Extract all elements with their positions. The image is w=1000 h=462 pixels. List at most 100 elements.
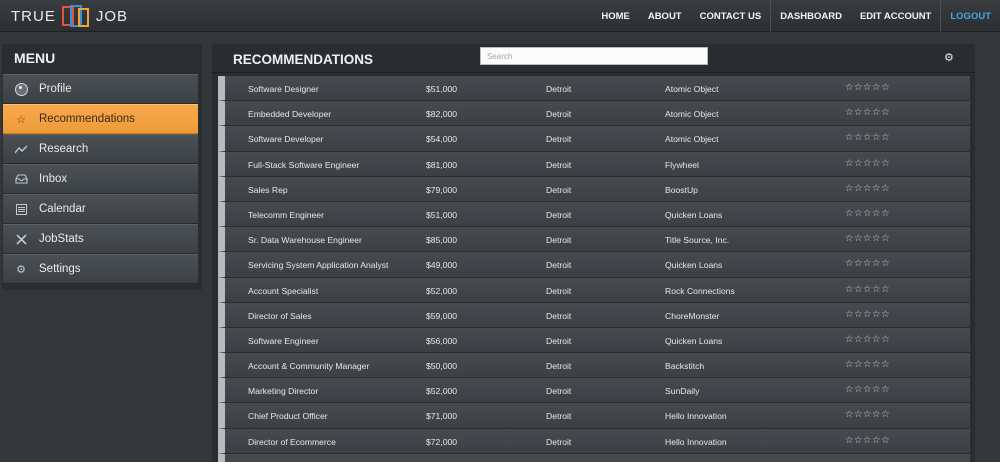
job-title: Software Developer [248,134,324,145]
sidebar-item-inbox[interactable]: Inbox [3,164,198,194]
star-rating-icon[interactable]: ☆☆☆☆☆ [845,284,890,295]
main-nav: HOME ABOUT CONTACT US DASHBOARD EDIT ACC… [592,0,1000,32]
job-company: Atomic Object [665,134,719,145]
star-rating-icon[interactable]: ☆☆☆☆☆ [845,107,890,118]
sidebar-item-label: Research [39,143,89,155]
star-rating-icon[interactable]: ☆☆☆☆☆ [845,233,890,244]
job-salary: $85,000 [426,235,458,246]
table-row[interactable]: Software Engineer $56,000 Detroit Quicken L… [218,327,970,354]
table-row[interactable]: Account & Community Manager $50,000 Detroi… [218,353,970,379]
table-row[interactable]: Software Designer $51,000 Detroit Atomic Ob… [218,76,970,102]
job-company: Backstitch [665,361,705,372]
job-salary: $52,000 [426,386,458,397]
job-location: Detroit [546,260,572,271]
job-company: Atomic Object [665,109,719,120]
sidebar-item-label: Calendar [39,203,86,215]
star-rating-icon[interactable]: ☆☆☆☆☆ [845,158,890,169]
job-title: Sales Rep [248,184,288,195]
job-title: Chief Product Officer [248,411,328,422]
sidebar-item-profile[interactable]: Profile [3,74,198,104]
job-company: ChoreMonster [665,310,720,321]
job-title: Director of Ecommerce [248,436,336,447]
gear-icon: ⚙ [16,263,26,276]
table-row[interactable]: Servicing System Application Analyst $49,… [218,252,970,278]
job-location: Detroit [546,335,572,346]
sidebar-item-research[interactable]: Research [3,134,198,164]
job-company: Quicken Loans [665,260,723,271]
job-location: Detroit [546,310,572,321]
page-title: RECOMMENDATIONS [233,52,373,67]
star-rating-icon[interactable]: ☆☆☆☆☆ [845,409,890,420]
calendar-icon [3,203,39,215]
job-location: Detroit [546,159,572,170]
nav-contact-us[interactable]: CONTACT US [691,0,771,32]
profile-icon [3,82,39,96]
sidebar-item-label: Recommendations [39,113,135,125]
job-salary: $72,000 [426,436,458,447]
nav-logout[interactable]: LOGOUT [940,0,1000,32]
star-rating-icon[interactable]: ☆☆☆☆☆ [845,309,890,320]
table-row[interactable]: Account Specialist $52,000 Detroit Rock Con… [218,277,970,303]
job-salary: $51,000 [426,84,458,94]
sidebar-item-jobstats[interactable]: JobStats [3,224,198,254]
star-rating-icon[interactable]: ☆☆☆☆☆ [845,258,890,269]
job-title: Account Specialist [248,285,319,296]
star-rating-icon[interactable]: ☆☆☆☆☆ [845,384,890,395]
job-title: Software Engineer [248,335,319,346]
search-input[interactable] [480,47,708,65]
job-salary: $51,000 [426,209,458,220]
table-row[interactable]: Sr. Data Warehouse Engineer $85,000 Detroi… [218,227,970,253]
job-location: Detroit [546,184,572,195]
table-row[interactable]: Telecomm Engineer $51,000 Detroit Quicken L… [218,201,970,228]
job-title: Full-Stack Software Engineer [248,159,360,170]
star-rating-icon[interactable]: ☆☆☆☆☆ [845,132,890,143]
sidebar-item-calendar[interactable]: Calendar [3,194,198,224]
table-row[interactable] [218,453,970,462]
job-company: Quicken Loans [665,209,723,220]
gear-icon[interactable]: ⚙ [944,51,954,64]
sidebar-item-settings[interactable]: ⚙ Settings [3,254,198,284]
job-salary: $79,000 [426,184,458,195]
nav-dashboard[interactable]: DASHBOARD [770,0,851,32]
job-salary: $50,000 [426,361,458,372]
job-company: SunDaily [665,386,700,397]
table-row[interactable]: Sales Rep $79,000 Detroit BoostUp ☆☆☆☆☆ [218,176,970,202]
star-rating-icon[interactable]: ☆☆☆☆☆ [845,435,890,446]
table-row[interactable]: Marketing Director $52,000 Detroit SunDaily… [218,378,970,404]
job-salary: $59,000 [426,310,458,321]
nav-edit-account[interactable]: EDIT ACCOUNT [851,0,940,32]
panel-header: RECOMMENDATIONS ⚙ [212,44,975,73]
star-rating-icon[interactable]: ☆☆☆☆☆ [845,82,890,93]
table-row[interactable]: Chief Product Officer $71,000 Detroit Hello… [218,403,970,429]
sidebar-item-label: Settings [39,263,81,275]
job-title: Marketing Director [248,386,319,397]
job-title: Software Designer [248,84,319,94]
job-location: Detroit [546,84,572,94]
table-row[interactable]: Director of Ecommerce $72,000 Detroit Hello… [218,428,970,454]
nav-home[interactable]: HOME [592,0,639,32]
job-title: Servicing System Application Analyst [248,260,389,271]
job-location: Detroit [546,209,572,220]
job-location: Detroit [546,411,572,422]
job-company: Quicken Loans [665,335,723,346]
star-rating-icon[interactable]: ☆☆☆☆☆ [845,359,890,370]
job-location: Detroit [546,436,572,447]
job-location: Detroit [546,109,572,120]
logo[interactable]: TRUE JOB [11,4,128,28]
table-row[interactable]: Embedded Developer $82,000 Detroit Atomic O… [218,101,970,127]
logo-mark-icon [61,5,90,27]
star-rating-icon[interactable]: ☆☆☆☆☆ [845,183,890,194]
nav-about[interactable]: ABOUT [639,0,691,32]
job-salary: $54,000 [426,134,458,145]
job-title: Director of Sales [248,310,312,321]
logo-text-job: JOB [95,7,129,25]
table-row[interactable]: Software Developer $54,000 Detroit Atomic O… [218,126,970,152]
star-rating-icon[interactable]: ☆☆☆☆☆ [845,208,890,219]
sidebar-item-label: JobStats [39,233,84,245]
star-rating-icon[interactable]: ☆☆☆☆☆ [845,334,890,345]
table-row[interactable]: Full-Stack Software Engineer $81,000 Detro… [218,151,970,177]
job-location: Detroit [546,235,572,246]
table-row[interactable]: Director of Sales $59,000 Detroit ChoreMons… [218,302,970,328]
job-company: Hello Innovation [665,411,727,422]
sidebar-item-recommendations[interactable]: ☆ Recommendations [3,104,198,134]
